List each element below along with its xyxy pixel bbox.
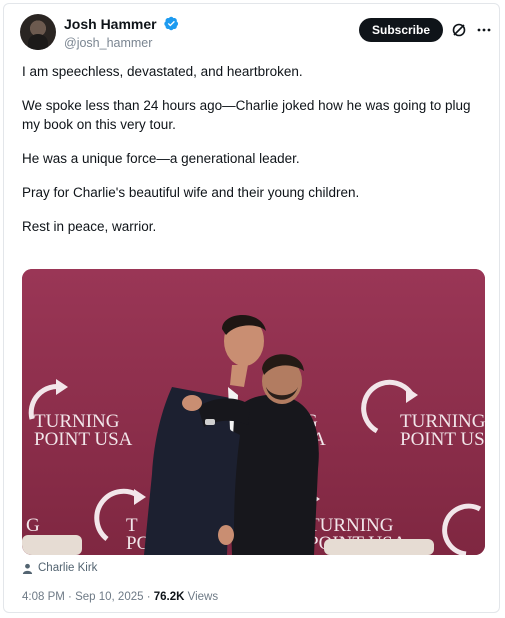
- tweet-paragraph: We spoke less than 24 hours ago—Charlie …: [22, 98, 471, 132]
- media-scene: TURNING POINT USA TURNING POINT US G A G…: [22, 269, 485, 555]
- person-icon: [22, 563, 33, 574]
- tweet-card: Josh Hammer @josh_hammer Subscribe I am …: [3, 3, 500, 613]
- tweet-paragraph: He was a unique force—a generational lea…: [22, 151, 300, 166]
- author-handle[interactable]: @josh_hammer: [64, 36, 179, 50]
- views-count: 76.2K: [153, 591, 185, 603]
- grok-icon[interactable]: [451, 22, 467, 38]
- chair: [324, 539, 434, 555]
- tweet-time[interactable]: 4:08 PM: [22, 591, 65, 603]
- more-options-icon[interactable]: [476, 22, 492, 38]
- views-label: Views: [187, 591, 219, 603]
- meta-separator: ·: [146, 591, 151, 603]
- backdrop-text: POINT USA: [34, 429, 133, 450]
- author-info[interactable]: Josh Hammer @josh_hammer: [64, 15, 179, 50]
- chair: [22, 535, 82, 555]
- tweet-media-image[interactable]: TURNING POINT USA TURNING POINT US G A G…: [22, 269, 485, 555]
- verified-badge-icon: [164, 17, 179, 31]
- tweet-text: I am speechless, devastated, and heartbr…: [22, 62, 487, 251]
- subscribe-button[interactable]: Subscribe: [359, 18, 443, 42]
- tweet-paragraph: Rest in peace, warrior.: [22, 219, 157, 234]
- tweet-paragraph: I am speechless, devastated, and heartbr…: [22, 64, 303, 79]
- backdrop-text: POINT US: [400, 429, 485, 450]
- tagged-user[interactable]: Charlie Kirk: [22, 562, 97, 574]
- tweet-date[interactable]: Sep 10, 2025: [75, 591, 143, 603]
- tweet-header: Josh Hammer @josh_hammer Subscribe: [20, 14, 492, 54]
- meta-separator: ·: [68, 591, 72, 603]
- tweet-meta: 4:08 PM · Sep 10, 2025 · 76.2K Views: [22, 591, 218, 603]
- author-display-name[interactable]: Josh Hammer: [64, 16, 157, 32]
- author-avatar[interactable]: [20, 14, 56, 50]
- tweet-paragraph: Pray for Charlie's beautiful wife and th…: [22, 185, 360, 200]
- tagged-user-name: Charlie Kirk: [38, 562, 98, 574]
